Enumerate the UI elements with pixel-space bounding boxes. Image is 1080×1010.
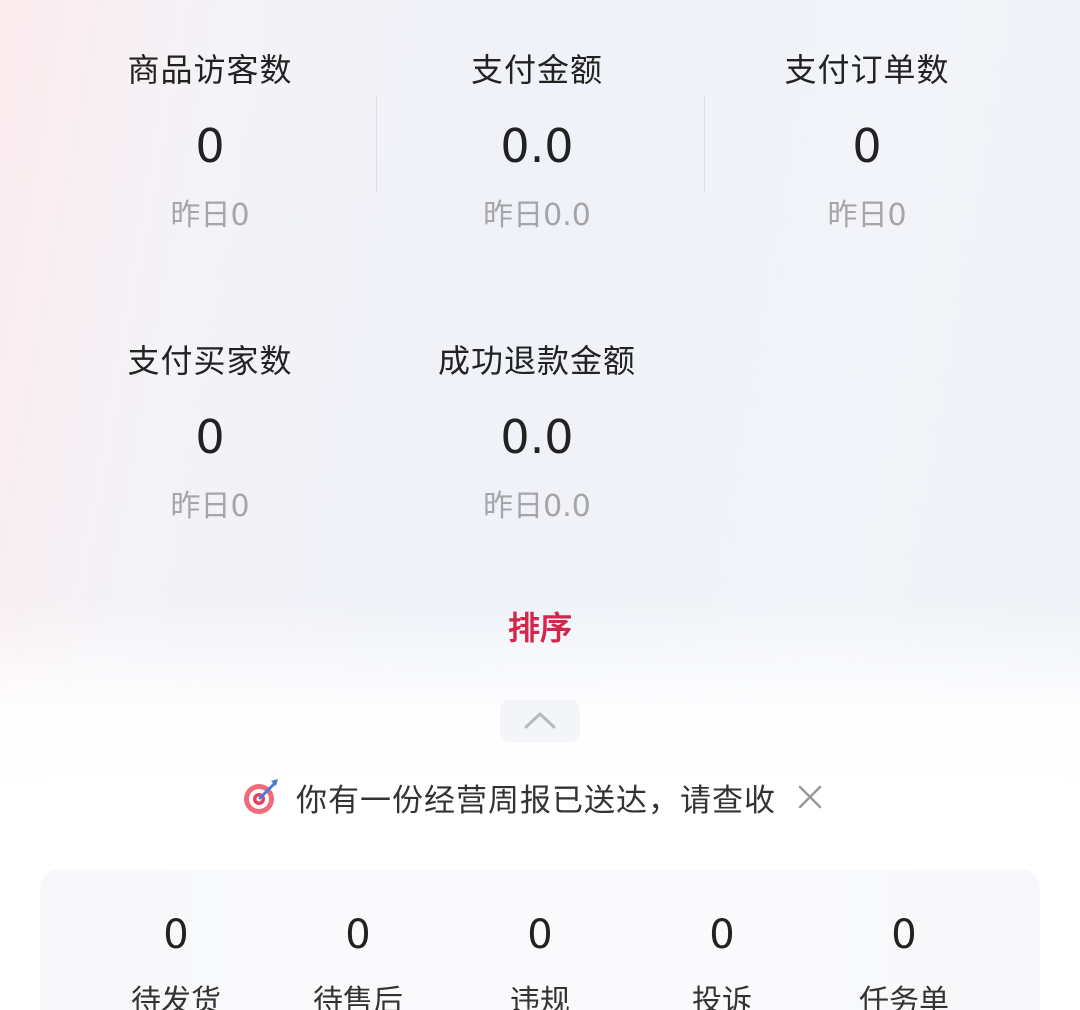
metric-payment-orders[interactable]: 支付订单数 0 昨日0 (702, 48, 1032, 236)
task-pending-shipment[interactable]: 0 待发货 (85, 870, 267, 1010)
sort-button[interactable]: 排序 (490, 604, 590, 652)
metric-prev: 昨日0 (170, 489, 250, 524)
task-count: 0 (163, 912, 189, 958)
task-pending-aftersale[interactable]: 0 待售后 (267, 870, 449, 1010)
chevron-up-icon (524, 712, 556, 729)
task-label: 投诉 (692, 984, 752, 1010)
task-violations[interactable]: 0 违规 (449, 870, 631, 1010)
task-count: 0 (345, 912, 371, 958)
metric-label: 支付订单数 (784, 51, 950, 89)
task-count: 0 (527, 912, 553, 958)
task-count: 0 (891, 912, 917, 958)
task-label: 违规 (510, 984, 570, 1010)
target-icon (244, 779, 278, 814)
metric-payment-amount[interactable]: 支付金额 0.0 昨日0.0 (372, 48, 702, 236)
metric-prev: 昨日0.0 (483, 198, 591, 233)
metric-prev: 昨日0.0 (483, 489, 591, 524)
metric-prev: 昨日0 (170, 198, 250, 233)
task-orders[interactable]: 0 任务单 (813, 870, 995, 1010)
weekly-report-notice[interactable]: 你有一份经营周报已送达，请查收 (240, 770, 840, 824)
metric-label: 成功退款金额 (437, 342, 636, 380)
close-icon[interactable] (792, 779, 828, 815)
notice-text: 你有一份经营周报已送达，请查收 (296, 782, 776, 819)
metric-value: 0 (852, 119, 882, 173)
metric-visitors[interactable]: 商品访客数 0 昨日0 (45, 48, 375, 236)
task-count: 0 (709, 912, 735, 958)
metric-value: 0.0 (500, 119, 574, 173)
metric-refund-amount[interactable]: 成功退款金额 0.0 昨日0.0 (372, 339, 702, 527)
task-label: 任务单 (859, 984, 949, 1010)
metric-label: 支付金额 (470, 51, 603, 89)
metric-label: 商品访客数 (127, 51, 293, 89)
task-panel: 0 待发货 0 待售后 0 违规 0 投诉 0 任务单 (40, 870, 1040, 1010)
metric-label: 支付买家数 (127, 342, 293, 380)
metric-prev: 昨日0 (827, 198, 907, 233)
metric-buyers[interactable]: 支付买家数 0 昨日0 (45, 339, 375, 527)
task-label: 待售后 (313, 984, 403, 1010)
metric-value: 0 (195, 410, 225, 464)
task-complaints[interactable]: 0 投诉 (631, 870, 813, 1010)
collapse-button[interactable] (500, 700, 580, 742)
task-label: 待发货 (131, 984, 221, 1010)
metric-value: 0.0 (500, 410, 574, 464)
metric-value: 0 (195, 119, 225, 173)
